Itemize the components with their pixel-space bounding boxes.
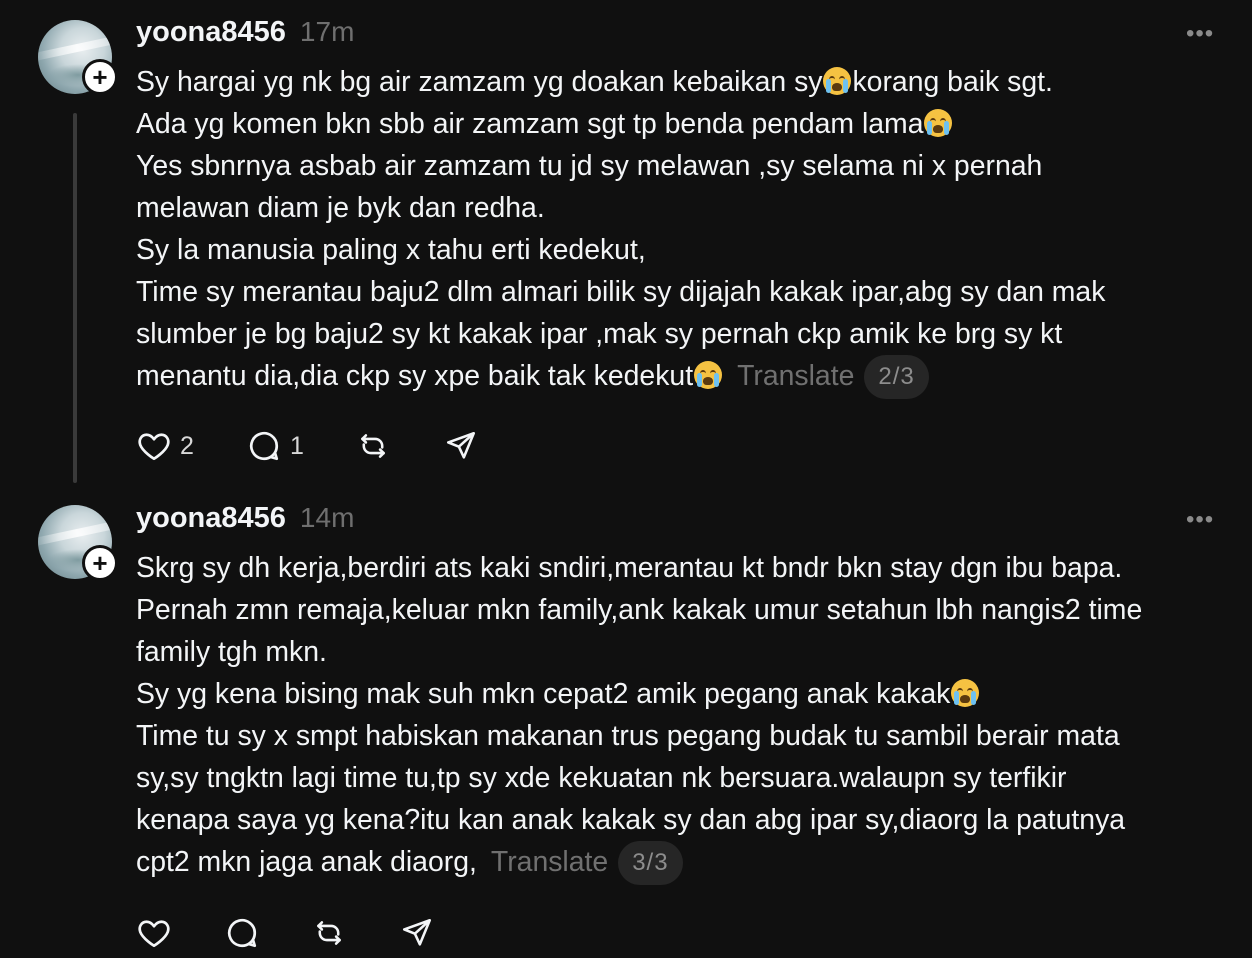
timestamp: 17m [299, 16, 355, 47]
post-text: Sy yg kena bising mak suh mkn cepat2 ami… [136, 678, 951, 710]
thread-feed: + yoona8456 17m ••• Sy hargai yg nk bg a… [0, 0, 1252, 958]
post-header: yoona8456 17m [136, 16, 354, 52]
repost-button[interactable] [312, 914, 400, 952]
send-icon [446, 431, 476, 459]
post-text: family tgh mkn. [136, 636, 327, 668]
heart-icon [138, 433, 170, 461]
post-text-line: cpt2 mkn jaga anak diaorg, Translate 3/3 [136, 841, 1236, 885]
post-text: Time sy merantau baju2 dlm almari bilik … [136, 276, 1106, 308]
crying-face-emoji-icon [951, 679, 980, 707]
post-text-line: Yes sbnrnya asbab air zamzam tu jd sy me… [136, 145, 1236, 187]
post-text: Sy la manusia paling x tahu erti kedekut… [136, 234, 646, 266]
post-text: Time tu sy x smpt habiskan makanan trus … [136, 720, 1120, 752]
post-text-line: menantu dia,dia ckp sy xpe baik tak kede… [136, 355, 1236, 399]
post-text: korang baik sgt. [852, 66, 1053, 98]
post-text-line: Pernah zmn remaja,keluar mkn family,ank … [136, 589, 1236, 631]
translate-link[interactable]: Translate [491, 846, 608, 878]
comment-bubble-icon [227, 918, 257, 948]
crying-face-emoji-icon [823, 67, 852, 95]
timestamp: 14m [299, 502, 355, 533]
post-text-line: melawan diam je byk dan redha. [136, 187, 1236, 229]
reply-button[interactable]: 1 [246, 427, 356, 465]
post-text: slumber je bg baju2 sy kt kakak ipar ,ma… [136, 318, 1063, 350]
share-button[interactable] [400, 914, 434, 952]
thread-connector-line [73, 113, 77, 483]
post-body: Skrg sy dh kerja,berdiri ats kaki sndiri… [136, 547, 1236, 885]
post-text: Skrg sy dh kerja,berdiri ats kaki sndiri… [136, 552, 1123, 584]
more-horizontal-icon[interactable]: ••• [1186, 22, 1214, 46]
post-text: kenapa saya yg kena?itu kan anak kakak s… [136, 804, 1126, 836]
repost-button[interactable] [356, 427, 444, 465]
post-text: Ada yg komen bkn sbb air zamzam sgt tp b… [136, 108, 924, 140]
repost-icon [361, 434, 385, 458]
post-text: cpt2 mkn jaga anak diaorg, [136, 846, 477, 878]
like-count: 2 [180, 431, 194, 460]
thread-page-badge: 3/3 [618, 841, 683, 885]
action-bar [136, 914, 434, 952]
crying-face-emoji-icon [924, 109, 953, 137]
repost-icon [317, 921, 341, 945]
like-button[interactable]: 2 [136, 427, 246, 465]
crying-face-emoji-icon [694, 361, 723, 389]
post-header: yoona8456 14m [136, 502, 354, 538]
post-text-line: Ada yg komen bkn sbb air zamzam sgt tp b… [136, 103, 1236, 145]
username[interactable]: yoona8456 [136, 502, 286, 535]
post-text-line: Sy hargai yg nk bg air zamzam yg doakan … [136, 61, 1236, 103]
post-text: Pernah zmn remaja,keluar mkn family,ank … [136, 594, 1143, 626]
post-text-line: Time tu sy x smpt habiskan makanan trus … [136, 715, 1236, 757]
more-horizontal-icon[interactable]: ••• [1186, 508, 1214, 532]
thread-post: + yoona8456 14m ••• Skrg sy dh kerja,ber… [0, 486, 1252, 958]
post-text: menantu dia,dia ckp sy xpe baik tak kede… [136, 360, 694, 392]
share-button[interactable] [444, 427, 478, 465]
translate-link[interactable]: Translate [737, 360, 854, 392]
post-text: Sy hargai yg nk bg air zamzam yg doakan … [136, 66, 823, 98]
follow-plus-icon[interactable]: + [82, 59, 118, 95]
post-body: Sy hargai yg nk bg air zamzam yg doakan … [136, 61, 1236, 399]
post-text: sy,sy tngktn lagi time tu,tp sy xde keku… [136, 762, 1067, 794]
post-text-line: Skrg sy dh kerja,berdiri ats kaki sndiri… [136, 547, 1236, 589]
post-text-line: kenapa saya yg kena?itu kan anak kakak s… [136, 799, 1236, 841]
post-text-line: sy,sy tngktn lagi time tu,tp sy xde keku… [136, 757, 1236, 799]
post-text-line: Sy yg kena bising mak suh mkn cepat2 ami… [136, 673, 1236, 715]
reply-button[interactable] [224, 914, 312, 952]
post-text: melawan diam je byk dan redha. [136, 192, 545, 224]
post-text-line: Sy la manusia paling x tahu erti kedekut… [136, 229, 1236, 271]
follow-plus-icon[interactable]: + [82, 545, 118, 581]
reply-count: 1 [290, 431, 304, 460]
thread-page-badge: 2/3 [864, 355, 929, 399]
post-text-line: Time sy merantau baju2 dlm almari bilik … [136, 271, 1236, 313]
action-bar: 2 1 [136, 427, 478, 465]
post-text: Yes sbnrnya asbab air zamzam tu jd sy me… [136, 150, 1043, 182]
username[interactable]: yoona8456 [136, 16, 286, 49]
heart-icon [138, 920, 170, 948]
like-button[interactable] [136, 914, 224, 952]
send-icon [402, 918, 432, 946]
post-text-line: family tgh mkn. [136, 631, 1236, 673]
comment-bubble-icon [249, 431, 279, 461]
thread-post: + yoona8456 17m ••• Sy hargai yg nk bg a… [0, 0, 1252, 486]
post-text-line: slumber je bg baju2 sy kt kakak ipar ,ma… [136, 313, 1236, 355]
